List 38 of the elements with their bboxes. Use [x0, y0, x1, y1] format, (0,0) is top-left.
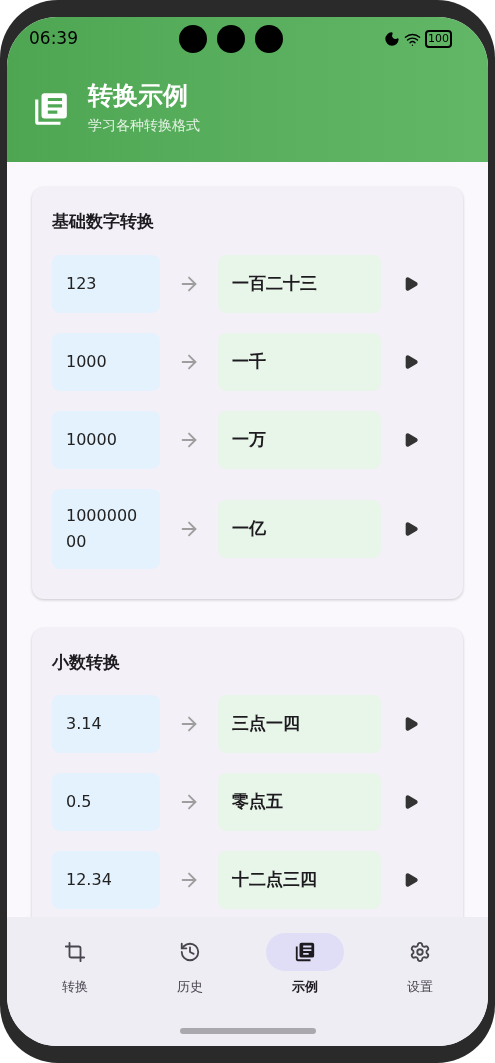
- camera-icon: [179, 25, 207, 53]
- nav-tab[interactable]: 历史: [144, 933, 235, 997]
- output-value: 一万: [218, 410, 381, 469]
- card-title: 小数转换: [52, 650, 121, 674]
- play-icon: [403, 275, 419, 292]
- play-icon: [403, 520, 419, 537]
- play-icon: [403, 794, 419, 810]
- camera-icon: [255, 25, 283, 53]
- status-time: 06:39: [29, 27, 78, 51]
- crop-icon: [63, 941, 86, 963]
- output-value: 一亿: [218, 499, 381, 558]
- input-value: 0.5: [52, 773, 160, 831]
- output-value: 十二点三四: [218, 851, 381, 909]
- history-icon: [178, 941, 201, 963]
- settings-icon: [409, 941, 432, 963]
- card-title: 基础数字转换: [52, 210, 155, 233]
- output-value: 三点一四: [218, 695, 381, 753]
- play-icon: [403, 353, 419, 370]
- battery-indicator: 100: [425, 30, 452, 48]
- output-value: 一百二十三: [218, 254, 381, 313]
- moon-icon: [384, 31, 400, 47]
- output-value: 一千: [218, 332, 381, 391]
- play-icon: [403, 872, 419, 888]
- input-value: 12.34: [52, 851, 160, 909]
- page-title: 转换示例: [88, 81, 189, 111]
- play-icon: [403, 716, 419, 732]
- input-value: 3.14: [52, 695, 160, 753]
- nav-tab[interactable]: 设置: [375, 933, 466, 997]
- input-value: 123: [52, 254, 160, 313]
- play-icon: [403, 431, 419, 448]
- input-value: 10000: [52, 410, 160, 469]
- input-value: 1000: [52, 332, 160, 391]
- camera-icon: [217, 25, 245, 53]
- input-value: 100000000: [52, 488, 160, 569]
- page-subtitle: 学习各种转换格式: [88, 116, 200, 135]
- library-icon: [294, 941, 317, 963]
- output-value: 零点五: [218, 773, 381, 831]
- nav-tab[interactable]: 转换: [29, 933, 120, 997]
